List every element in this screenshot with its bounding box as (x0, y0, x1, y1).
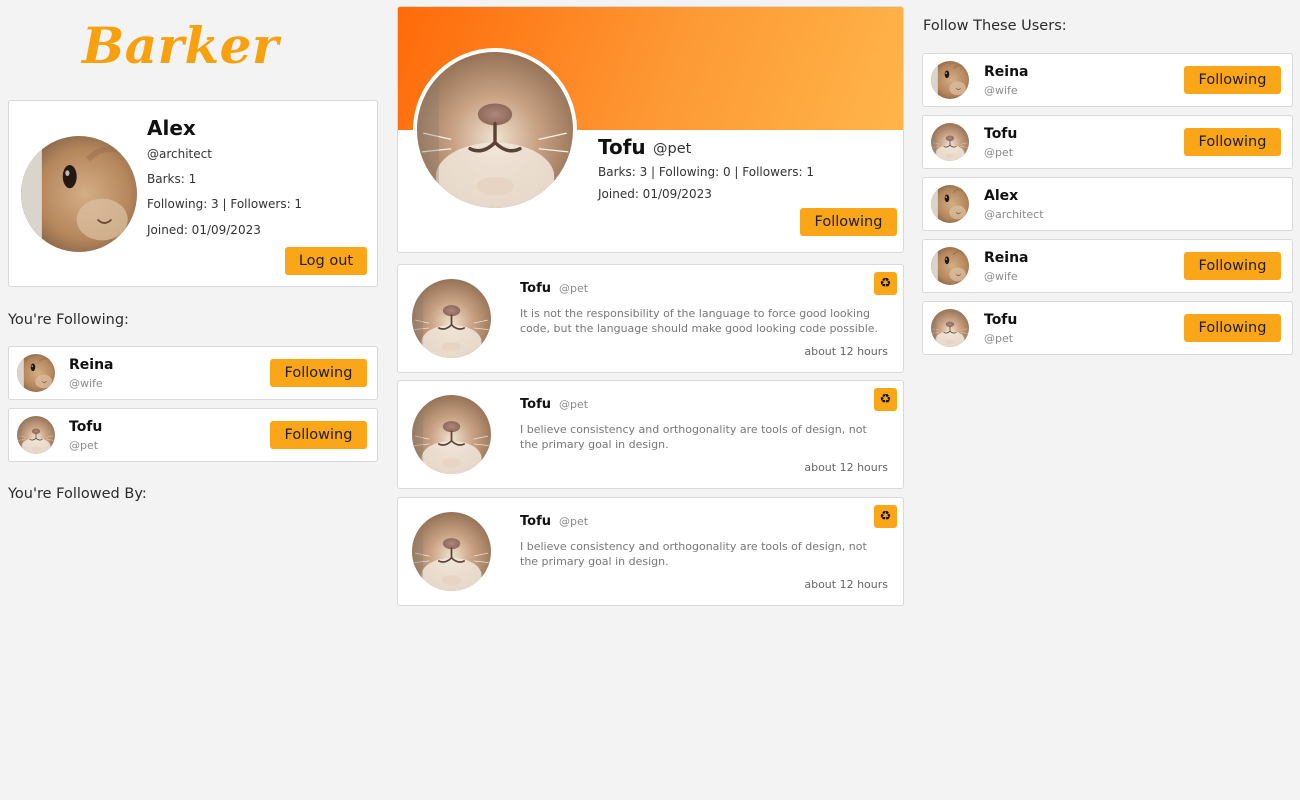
suggested-user-row[interactable]: Reina @wife Following (922, 239, 1293, 293)
following-user-row[interactable]: Reina @wife Following (8, 346, 378, 400)
user-name[interactable]: Reina (984, 64, 1029, 80)
rabbit-side-image (931, 61, 969, 99)
user-name[interactable]: Tofu (69, 419, 102, 435)
user-avatar[interactable] (17, 416, 55, 454)
barker-logo[interactable]: Barker (82, 14, 312, 78)
bark-post: Tofu @pet I believe consistency and orth… (397, 497, 904, 606)
following-user-row[interactable]: Tofu @pet Following (8, 408, 378, 462)
following-toggle-button[interactable]: Following (270, 359, 367, 387)
following-toggle-button[interactable]: Following (1184, 66, 1281, 94)
user-handle: @wife (69, 377, 103, 390)
rabbit-face-image (412, 395, 491, 474)
post-author-avatar[interactable] (412, 279, 491, 358)
post-author-name[interactable]: Tofu (520, 397, 551, 412)
rebark-button[interactable]: ♻ (874, 272, 897, 295)
suggested-user-row[interactable]: Alex @architect (922, 177, 1293, 231)
recycle-icon: ♻ (879, 276, 892, 291)
rabbit-side-image (931, 247, 969, 285)
profile-joined-date: Joined: 01/09/2023 (598, 187, 712, 201)
post-author-handle: @pet (559, 398, 589, 411)
profile-handle: @pet (653, 141, 692, 157)
user-avatar[interactable] (931, 123, 969, 161)
post-author-avatar[interactable] (412, 512, 491, 591)
post-timestamp: about 12 hours (804, 461, 888, 474)
rabbit-side-image (931, 185, 969, 223)
bark-post: Tofu @pet It is not the responsibility o… (397, 264, 904, 373)
rebark-button[interactable]: ♻ (874, 505, 897, 528)
rabbit-face-image (17, 416, 55, 454)
my-joined-date: Joined: 01/09/2023 (147, 223, 261, 237)
rabbit-face-image (931, 309, 969, 347)
recycle-icon: ♻ (879, 392, 892, 407)
rabbit-face-image (412, 279, 491, 358)
user-avatar[interactable] (17, 354, 55, 392)
post-timestamp: about 12 hours (804, 345, 888, 358)
user-name[interactable]: Alex (984, 188, 1018, 204)
user-name[interactable]: Reina (69, 357, 114, 373)
rabbit-face-image (417, 52, 573, 208)
rabbit-face-image (412, 512, 491, 591)
suggestions-title: Follow These Users: (923, 18, 1067, 34)
user-name[interactable]: Tofu (984, 312, 1017, 328)
post-author-handle: @pet (559, 282, 589, 295)
profile-following-button[interactable]: Following (800, 208, 897, 236)
rabbit-face-image (931, 123, 969, 161)
profile-stats: Barks: 3 | Following: 0 | Followers: 1 (598, 165, 814, 179)
my-handle: @architect (147, 147, 212, 161)
suggested-user-row[interactable]: Reina @wife Following (922, 53, 1293, 107)
user-handle: @pet (984, 146, 1014, 159)
post-author-name[interactable]: Tofu (520, 514, 551, 529)
user-handle: @pet (984, 332, 1014, 345)
rebark-button[interactable]: ♻ (874, 388, 897, 411)
post-timestamp: about 12 hours (804, 578, 888, 591)
following-section-title: You're Following: (8, 312, 129, 328)
suggested-user-row[interactable]: Tofu @pet Following (922, 301, 1293, 355)
user-avatar[interactable] (931, 185, 969, 223)
suggested-user-row[interactable]: Tofu @pet Following (922, 115, 1293, 169)
post-text: It is not the responsibility of the lang… (520, 307, 879, 335)
post-author-avatar[interactable] (412, 395, 491, 474)
user-name[interactable]: Reina (984, 250, 1029, 266)
user-avatar[interactable] (931, 247, 969, 285)
logout-button[interactable]: Log out (285, 247, 367, 275)
post-author-handle: @pet (559, 515, 589, 528)
bark-post: Tofu @pet I believe consistency and orth… (397, 380, 904, 489)
user-avatar[interactable] (931, 61, 969, 99)
user-avatar[interactable] (931, 309, 969, 347)
profile-header: Tofu @pet Barks: 3 | Following: 0 | Foll… (397, 6, 904, 253)
my-follow-stats: Following: 3 | Followers: 1 (147, 197, 303, 211)
profile-avatar[interactable] (413, 48, 577, 212)
following-toggle-button[interactable]: Following (1184, 128, 1281, 156)
my-barks-count: Barks: 1 (147, 172, 197, 186)
rabbit-side-image (21, 136, 137, 252)
rabbit-side-image (17, 354, 55, 392)
following-toggle-button[interactable]: Following (1184, 252, 1281, 280)
following-toggle-button[interactable]: Following (1184, 314, 1281, 342)
followed-by-section-title: You're Followed By: (8, 486, 147, 502)
following-toggle-button[interactable]: Following (270, 421, 367, 449)
post-text: I believe consistency and orthogonality … (520, 540, 867, 568)
recycle-icon: ♻ (879, 509, 892, 524)
user-name[interactable]: Tofu (984, 126, 1017, 142)
my-name[interactable]: Alex (147, 116, 196, 140)
post-text: I believe consistency and orthogonality … (520, 423, 867, 451)
profile-name: Tofu (598, 135, 646, 159)
post-author-name[interactable]: Tofu (520, 281, 551, 296)
app-root: Barker Alex @architect Barks: 1 Followin… (0, 0, 1300, 800)
my-avatar[interactable] (21, 136, 137, 252)
user-handle: @wife (984, 270, 1018, 283)
user-handle: @pet (69, 439, 99, 452)
user-handle: @wife (984, 84, 1018, 97)
my-profile-card: Alex @architect Barks: 1 Following: 3 | … (8, 100, 378, 287)
user-handle: @architect (984, 208, 1044, 221)
